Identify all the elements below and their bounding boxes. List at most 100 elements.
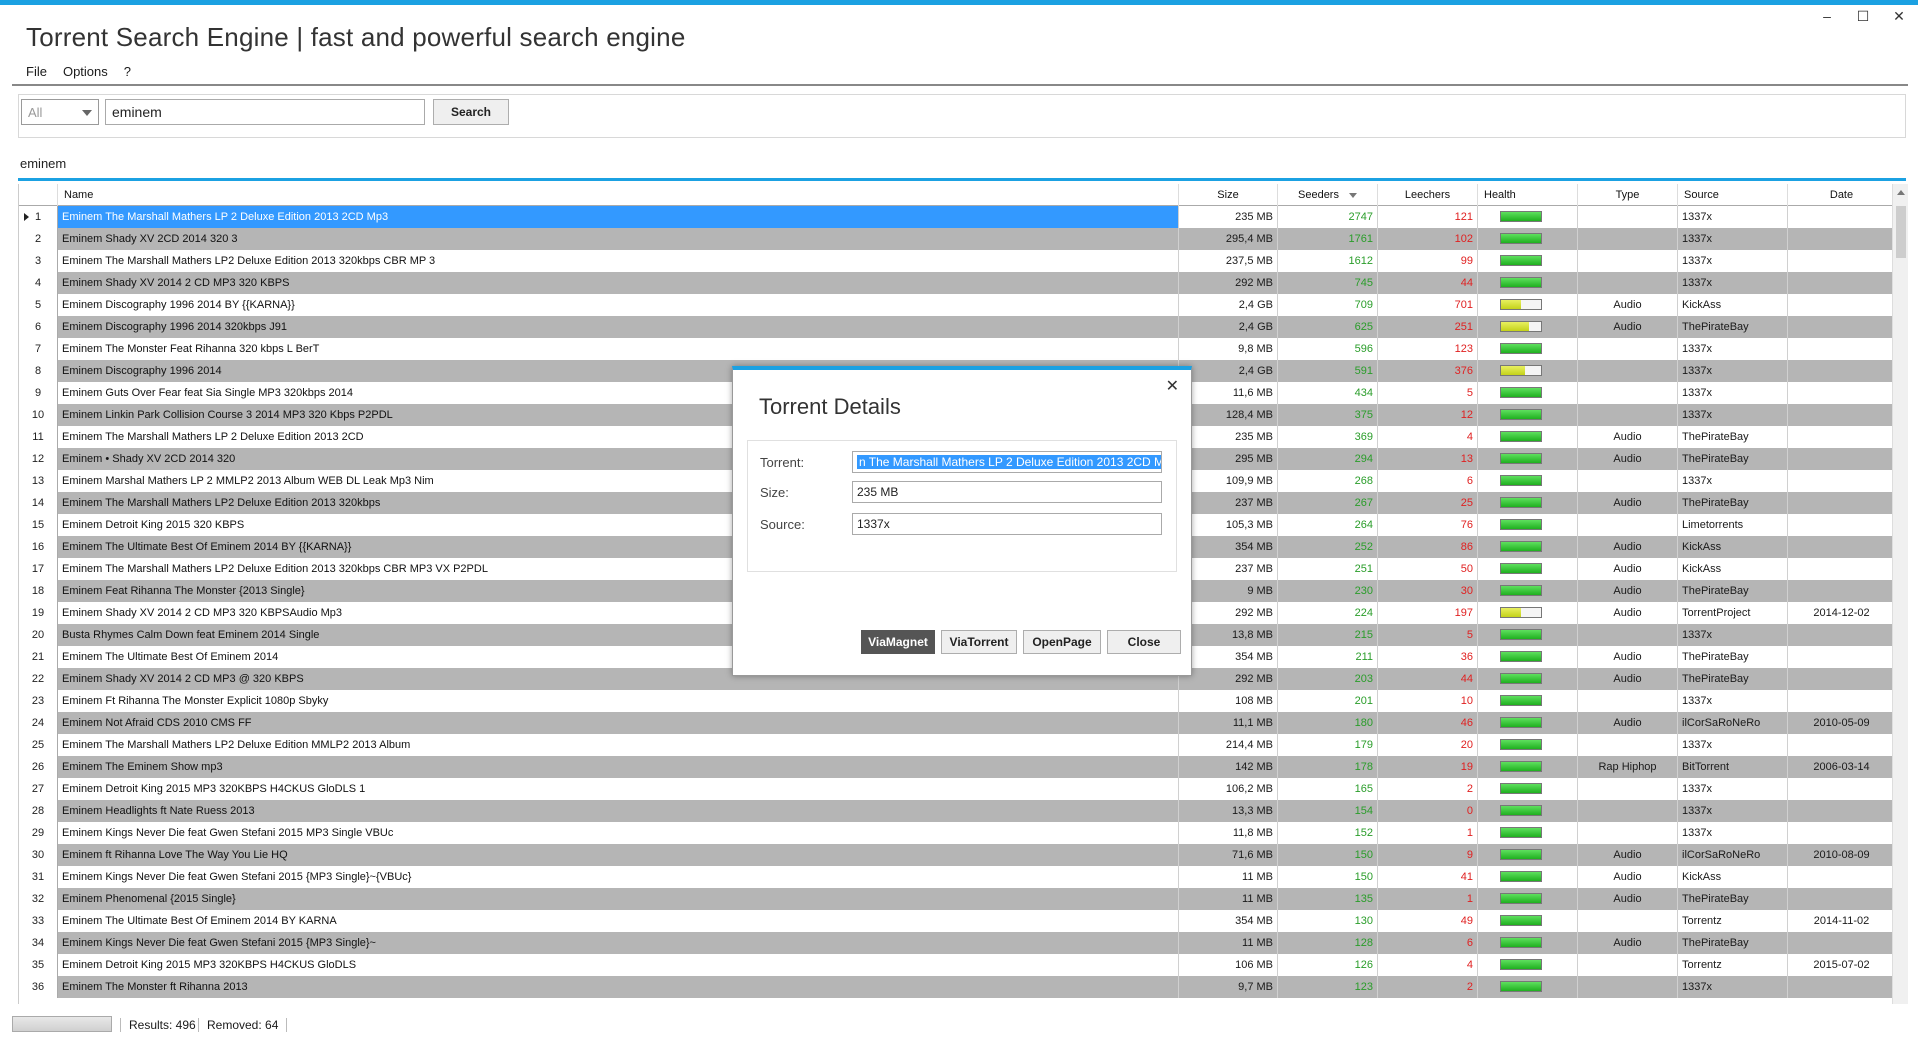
cell-leechers: 46 bbox=[1378, 712, 1478, 734]
health-bar-fill bbox=[1501, 498, 1541, 507]
category-select[interactable]: All bbox=[21, 99, 99, 125]
tab-results[interactable]: eminem bbox=[20, 156, 66, 171]
cell-date bbox=[1788, 580, 1894, 602]
table-row[interactable]: 4 Eminem Shady XV 2014 2 CD MP3 320 KBPS 2… bbox=[19, 272, 1894, 294]
cell-name-text: Eminem Discography 1996 2014 320kbps J91 bbox=[62, 321, 288, 333]
table-row[interactable]: 6 Eminem Discography 1996 2014 320kbps J9… bbox=[19, 316, 1894, 338]
close-icon[interactable]: ✕ bbox=[1166, 376, 1179, 396]
maximize-button[interactable]: ☐ bbox=[1854, 8, 1872, 25]
cell-name: Eminem The Marshall Mathers LP2 Deluxe E… bbox=[58, 734, 1179, 756]
open-page-button[interactable]: OpenPage bbox=[1023, 630, 1101, 654]
table-row[interactable]: 31 Eminem Kings Never Die feat Gwen Stefa… bbox=[19, 866, 1894, 888]
header-name[interactable]: Name bbox=[58, 184, 1179, 206]
table-row[interactable]: 1 Eminem The Marshall Mathers LP 2 Deluxe… bbox=[19, 206, 1894, 228]
header-source[interactable]: Source bbox=[1678, 184, 1788, 206]
menu-help[interactable]: ? bbox=[116, 62, 139, 81]
cell-leechers-text: 44 bbox=[1460, 277, 1473, 289]
health-bar-fill bbox=[1501, 850, 1541, 859]
cell-date bbox=[1788, 206, 1894, 228]
table-row[interactable]: 27 Eminem Detroit King 2015 MP3 320KBPS H… bbox=[19, 778, 1894, 800]
scrollbar-thumb[interactable] bbox=[1896, 206, 1906, 258]
cell-size: 71,6 MB bbox=[1179, 844, 1278, 866]
cell-health bbox=[1478, 492, 1578, 514]
table-row[interactable]: 35 Eminem Detroit King 2015 MP3 320KBPS H… bbox=[19, 954, 1894, 976]
table-row[interactable]: 33 Eminem The Ultimate Best Of Eminem 201… bbox=[19, 910, 1894, 932]
cell-seeders: 135 bbox=[1278, 888, 1378, 910]
cell-seeders-text: 1761 bbox=[1348, 233, 1373, 245]
cell-size: 2,4 GB bbox=[1179, 316, 1278, 338]
health-bar-fill bbox=[1501, 432, 1541, 441]
cell-seeders-text: 203 bbox=[1354, 673, 1373, 685]
cell-seeders-text: 230 bbox=[1354, 585, 1373, 597]
cell-size: 354 MB bbox=[1179, 536, 1278, 558]
cell-name-text: Eminem Discography 1996 2014 bbox=[62, 365, 222, 377]
menu-options[interactable]: Options bbox=[55, 62, 116, 81]
cell-seeders: 203 bbox=[1278, 668, 1378, 690]
table-row[interactable]: 5 Eminem Discography 1996 2014 BY {{KARNA… bbox=[19, 294, 1894, 316]
table-row[interactable]: 36 Eminem The Monster ft Rihanna 2013 9,7 … bbox=[19, 976, 1894, 998]
cell-type bbox=[1578, 338, 1678, 360]
row-index-text: 34 bbox=[31, 937, 45, 949]
cell-source: TorrentProject bbox=[1678, 602, 1788, 624]
table-row[interactable]: 26 Eminem The Eminem Show mp3 142 MB 178 19 R… bbox=[19, 756, 1894, 778]
via-torrent-button[interactable]: ViaTorrent bbox=[941, 630, 1017, 654]
close-window-button[interactable]: ✕ bbox=[1890, 8, 1908, 25]
cell-type: Rap Hiphop bbox=[1578, 756, 1678, 778]
size-field[interactable]: 235 MB bbox=[852, 481, 1162, 503]
health-bar bbox=[1500, 431, 1542, 442]
table-row[interactable]: 24 Eminem Not Afraid CDS 2010 CMS FF 11,1 … bbox=[19, 712, 1894, 734]
header-health[interactable]: Health bbox=[1478, 184, 1578, 206]
row-index: 13 bbox=[19, 470, 58, 492]
table-row[interactable]: 23 Eminem Ft Rihanna The Monster Explicit… bbox=[19, 690, 1894, 712]
cell-name-text: Eminem Shady XV 2014 2 CD MP3 320 KBPS bbox=[62, 277, 290, 289]
header-size[interactable]: Size bbox=[1179, 184, 1278, 206]
dialog-close-button[interactable]: Close bbox=[1107, 630, 1181, 654]
header-date[interactable]: Date bbox=[1788, 184, 1894, 206]
row-index-text: 26 bbox=[31, 761, 45, 773]
table-row[interactable]: 28 Eminem Headlights ft Nate Ruess 2013 13… bbox=[19, 800, 1894, 822]
torrent-field[interactable]: n The Marshall Mathers LP 2 Deluxe Editi… bbox=[852, 451, 1162, 473]
via-magnet-button[interactable]: ViaMagnet bbox=[861, 630, 935, 654]
cell-source-text: 1337x bbox=[1682, 233, 1712, 245]
menu-file[interactable]: File bbox=[18, 62, 55, 81]
cell-source-text: 1337x bbox=[1682, 365, 1712, 377]
cell-leechers: 0 bbox=[1378, 800, 1478, 822]
cell-name-text: Eminem • Shady XV 2CD 2014 320 bbox=[62, 453, 236, 465]
health-bar bbox=[1500, 651, 1542, 662]
header-seeders[interactable]: Seeders bbox=[1278, 184, 1378, 206]
table-row[interactable]: 7 Eminem The Monster Feat Rihanna 320 kbp… bbox=[19, 338, 1894, 360]
cell-type bbox=[1578, 800, 1678, 822]
minimize-button[interactable]: – bbox=[1818, 8, 1836, 25]
cell-source-text: 1337x bbox=[1682, 739, 1712, 751]
cell-type: Audio bbox=[1578, 294, 1678, 316]
window-controls: – ☐ ✕ bbox=[1818, 8, 1908, 25]
cell-leechers: 41 bbox=[1378, 866, 1478, 888]
table-row[interactable]: 29 Eminem Kings Never Die feat Gwen Stefa… bbox=[19, 822, 1894, 844]
cell-size: 292 MB bbox=[1179, 272, 1278, 294]
source-field[interactable]: 1337x bbox=[852, 513, 1162, 535]
cell-date bbox=[1788, 316, 1894, 338]
cell-type bbox=[1578, 778, 1678, 800]
search-button[interactable]: Search bbox=[433, 99, 509, 125]
cell-size-text: 11 MB bbox=[1242, 937, 1273, 949]
cell-leechers-text: 44 bbox=[1460, 673, 1473, 685]
cell-name-text: Eminem Not Afraid CDS 2010 CMS FF bbox=[62, 717, 252, 729]
cell-size: 106,2 MB bbox=[1179, 778, 1278, 800]
header-type[interactable]: Type bbox=[1578, 184, 1678, 206]
table-row[interactable]: 25 Eminem The Marshall Mathers LP2 Deluxe… bbox=[19, 734, 1894, 756]
cell-source: KickAss bbox=[1678, 558, 1788, 580]
search-input[interactable] bbox=[105, 99, 425, 125]
vertical-scrollbar[interactable] bbox=[1892, 184, 1908, 1004]
table-row[interactable]: 3 Eminem The Marshall Mathers LP2 Deluxe … bbox=[19, 250, 1894, 272]
cell-leechers-text: 25 bbox=[1460, 497, 1473, 509]
table-row[interactable]: 2 Eminem Shady XV 2CD 2014 320 3 295,4 MB 1… bbox=[19, 228, 1894, 250]
table-row[interactable]: 32 Eminem Phenomenal {2015 Single} 11 MB 13… bbox=[19, 888, 1894, 910]
table-row[interactable]: 34 Eminem Kings Never Die feat Gwen Stefa… bbox=[19, 932, 1894, 954]
health-bar-fill bbox=[1501, 718, 1541, 727]
table-row[interactable]: 30 Eminem ft Rihanna Love The Way You Lie… bbox=[19, 844, 1894, 866]
cell-type: Audio bbox=[1578, 558, 1678, 580]
health-bar bbox=[1500, 783, 1542, 794]
header-leechers[interactable]: Leechers bbox=[1378, 184, 1478, 206]
row-index-text: 27 bbox=[31, 783, 45, 795]
scroll-up-icon[interactable] bbox=[1897, 190, 1905, 195]
